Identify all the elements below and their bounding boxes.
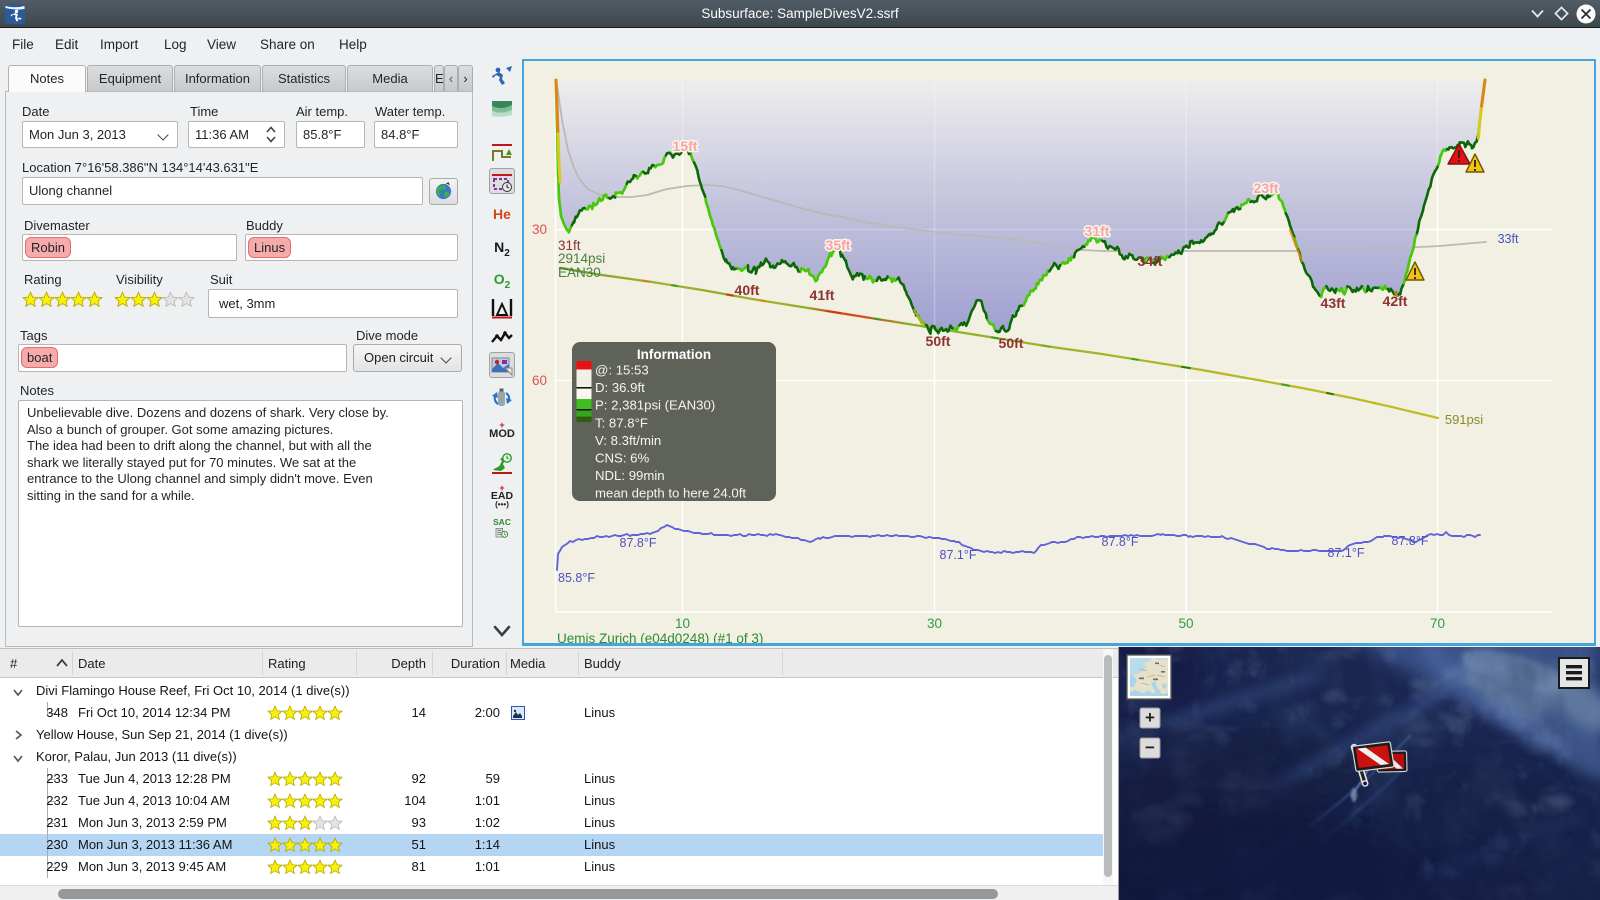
svg-text:50ft: 50ft	[999, 335, 1024, 351]
svg-text:87.8°F: 87.8°F	[1102, 535, 1139, 549]
svg-text:D: 36.9ft: D: 36.9ft	[595, 380, 645, 395]
svg-text:40ft: 40ft	[735, 282, 760, 298]
svg-text:87.1°F: 87.1°F	[940, 548, 977, 562]
svg-text:41ft: 41ft	[810, 287, 835, 303]
svg-text:50: 50	[1178, 616, 1193, 631]
svg-text:2914psi: 2914psi	[558, 251, 605, 266]
svg-text:P: 2,381psi (EAN30): P: 2,381psi (EAN30)	[595, 398, 715, 413]
svg-text:31ft: 31ft	[1085, 223, 1110, 239]
svg-text:Information: Information	[637, 347, 711, 362]
svg-text:+: +	[1145, 708, 1155, 727]
svg-text:V: 8.3ft/min: V: 8.3ft/min	[595, 433, 661, 448]
svg-text:mean depth to here 24.0ft: mean depth to here 24.0ft	[595, 486, 746, 501]
svg-text:43ft: 43ft	[1321, 295, 1346, 311]
svg-text:T: 87.8°F: T: 87.8°F	[595, 415, 648, 430]
svg-text:23ft: 23ft	[1254, 180, 1279, 196]
svg-text:60: 60	[532, 373, 547, 388]
svg-text:@: 15:53: @: 15:53	[595, 363, 649, 378]
svg-text:50ft: 50ft	[926, 333, 951, 349]
svg-text:30: 30	[927, 616, 942, 631]
svg-text:591psi: 591psi	[1445, 412, 1483, 427]
svg-text:33ft: 33ft	[1498, 232, 1519, 246]
svg-text:42ft: 42ft	[1383, 293, 1408, 309]
svg-text:−: −	[1145, 738, 1155, 757]
svg-text:35ft: 35ft	[826, 237, 851, 253]
svg-text:87.8°F: 87.8°F	[1392, 534, 1429, 548]
svg-text:CNS: 6%: CNS: 6%	[595, 451, 650, 466]
svg-text:34ft: 34ft	[1138, 253, 1163, 269]
svg-text:15ft: 15ft	[673, 138, 698, 154]
svg-text:85.8°F: 85.8°F	[558, 571, 595, 585]
svg-text:NDL: 99min: NDL: 99min	[595, 468, 665, 483]
svg-text:30: 30	[532, 222, 547, 237]
svg-text:87.1°F: 87.1°F	[1328, 546, 1365, 560]
svg-text:10: 10	[675, 616, 690, 631]
svg-text:87.8°F: 87.8°F	[620, 536, 657, 550]
svg-text:EAN30: EAN30	[558, 265, 601, 280]
svg-text:70: 70	[1430, 616, 1445, 631]
